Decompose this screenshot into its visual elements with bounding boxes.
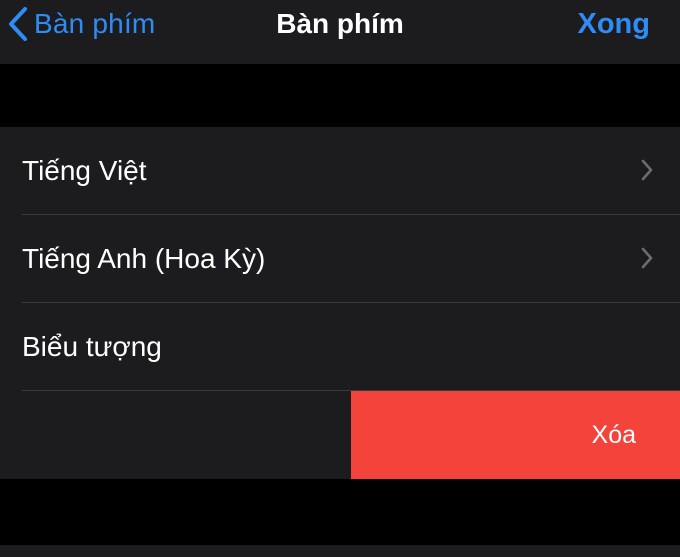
keyboard-row-english-us[interactable]: Tiếng Anh (Hoa Kỳ)	[0, 215, 680, 303]
keyboard-row-label: Tiếng Anh (Hoa Kỳ)	[22, 243, 266, 274]
keyboard-row-label: Biểu tượng	[22, 331, 162, 362]
chevron-right-icon	[640, 246, 654, 275]
keyboard-row-label: Tiếng Việt	[22, 155, 147, 186]
keyboard-list: Tiếng Việt Tiếng Anh (Hoa Kỳ) Biểu tượng…	[0, 127, 680, 479]
delete-button-label: Xóa	[591, 421, 636, 449]
keyboard-row-vietnamese[interactable]: Tiếng Việt	[0, 127, 680, 215]
swipe-action-row: Xóa	[0, 391, 680, 479]
done-button[interactable]: Xong	[578, 4, 651, 44]
delete-button[interactable]: Xóa	[351, 391, 680, 479]
navigation-bar: Bàn phím Bàn phím Xong	[0, 0, 680, 64]
next-section-edge	[0, 545, 680, 557]
keyboard-row-symbols[interactable]: Biểu tượng	[0, 303, 680, 391]
chevron-right-icon	[640, 158, 654, 187]
